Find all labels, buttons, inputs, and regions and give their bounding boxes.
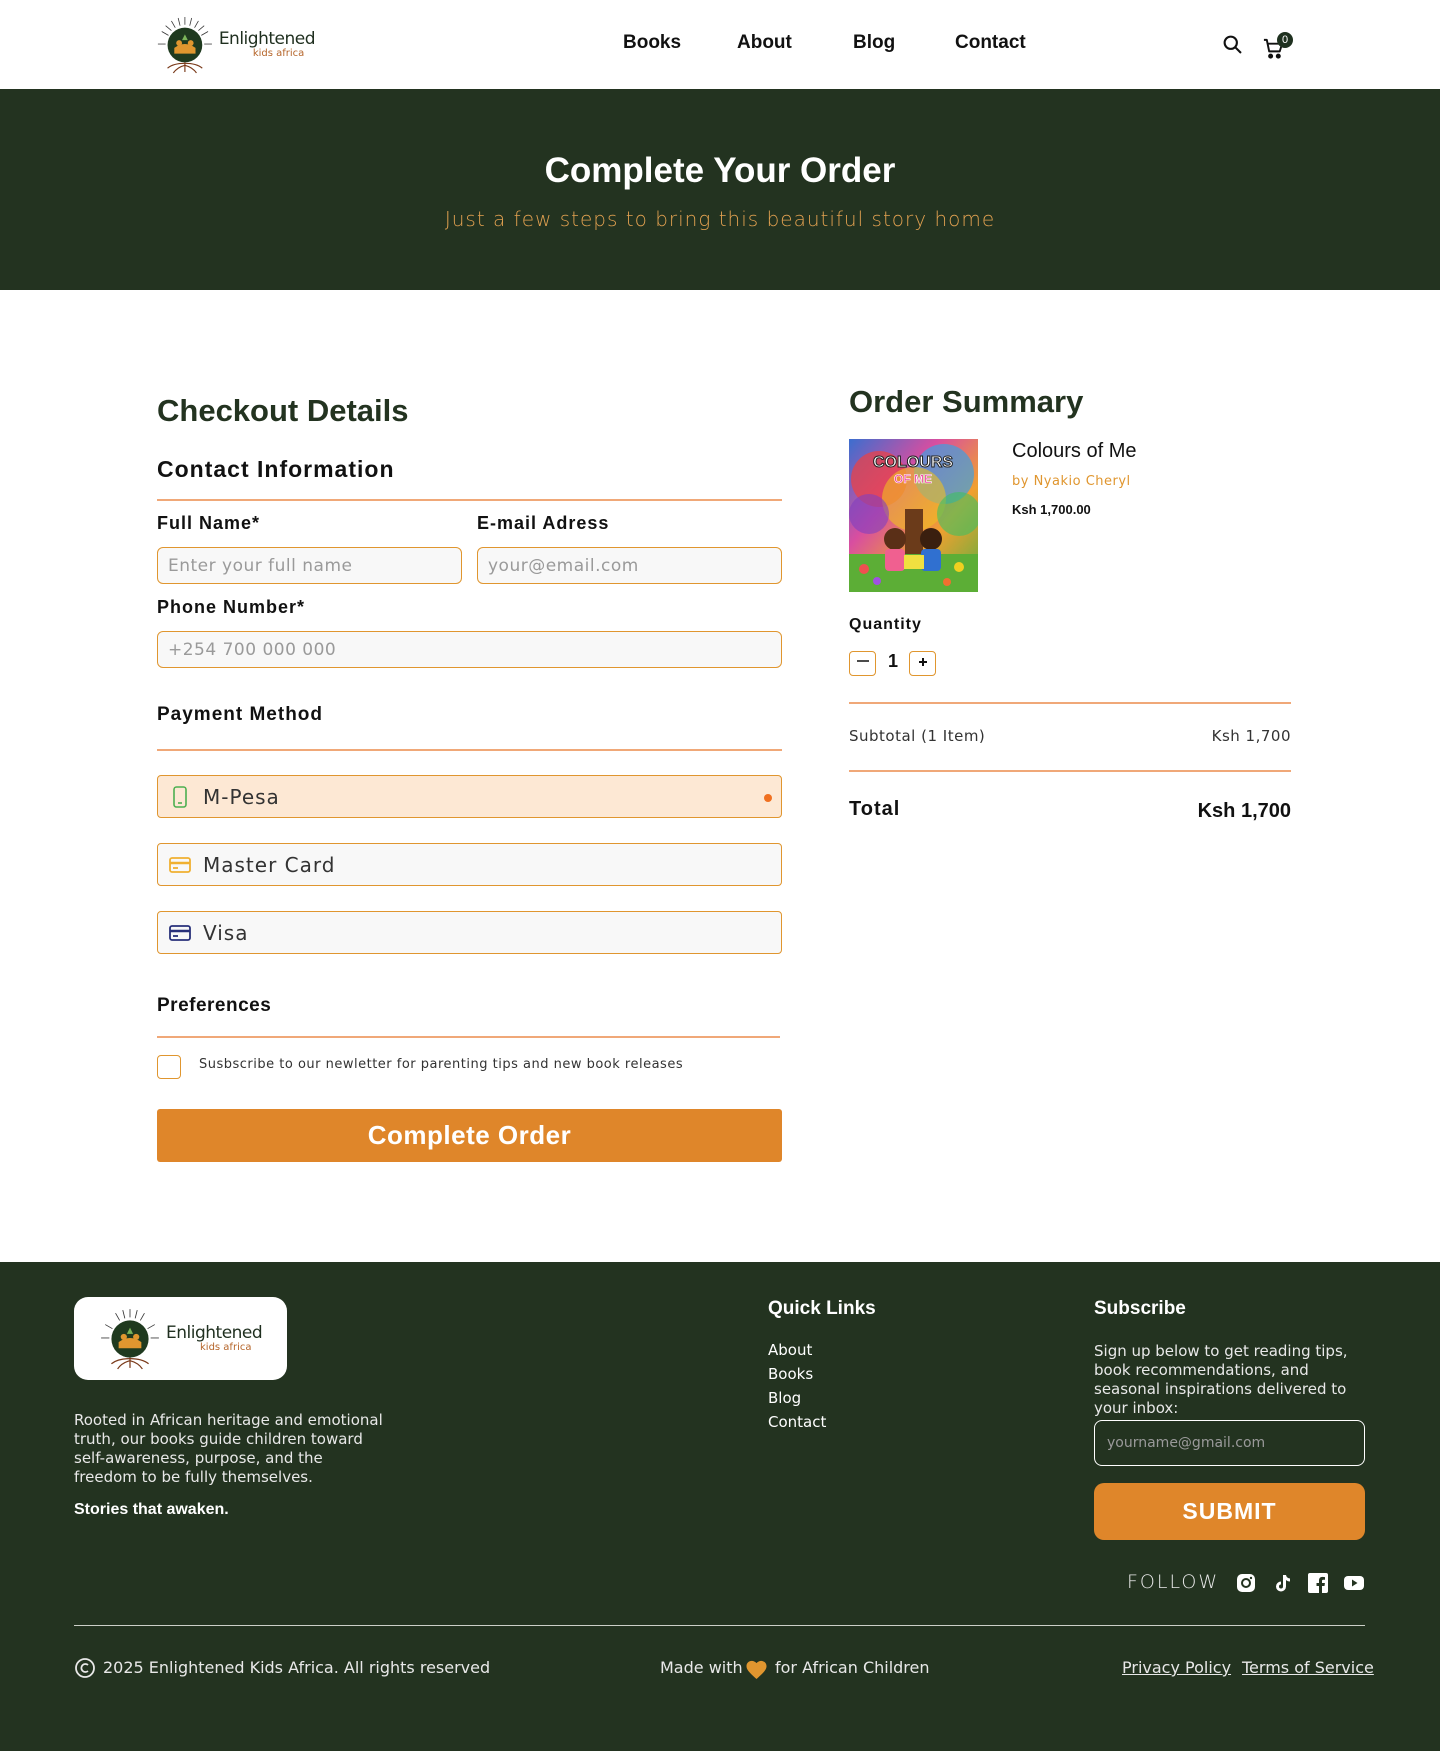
newsletter-checkbox[interactable] [157, 1055, 181, 1079]
footer-link-about[interactable]: About [768, 1341, 812, 1359]
youtube-icon[interactable] [1344, 1573, 1364, 1593]
divider [849, 770, 1291, 772]
total-value: Ksh 1,700 [1197, 800, 1291, 822]
logo-subtitle: kids africa [200, 1341, 252, 1353]
divider [157, 1036, 780, 1038]
quantity-decrease-button[interactable] [849, 651, 876, 676]
logo-emblem-icon [101, 1308, 159, 1369]
preferences-heading: Preferences [157, 995, 272, 1016]
made-with-text-end: for African Children [775, 1658, 930, 1677]
full-name-input[interactable] [157, 547, 462, 584]
payment-option-label: Master Card [203, 852, 336, 877]
heart-icon [746, 1660, 767, 1680]
selected-indicator [764, 794, 772, 802]
privacy-policy-link[interactable]: Privacy Policy [1122, 1658, 1231, 1677]
page-hero: Complete Your Order Just a few steps to … [0, 89, 1440, 290]
made-with-text: Made with [660, 1658, 743, 1677]
product-title[interactable]: Colours of Me [1012, 440, 1137, 463]
facebook-icon[interactable] [1308, 1573, 1328, 1593]
email-label: E-mail Adress [477, 513, 610, 533]
phone-icon [169, 785, 191, 808]
nav-books[interactable]: Books [623, 32, 681, 54]
page-subtitle: Just a few steps to bring this beautiful… [444, 207, 996, 231]
quantity-value: 1 [888, 651, 899, 671]
subtotal-label: Subtotal (1 Item) [849, 727, 986, 745]
credit-card-icon [169, 922, 191, 944]
newsletter-email-input[interactable] [1094, 1420, 1365, 1466]
search-icon[interactable] [1222, 34, 1243, 55]
full-name-label: Full Name* [157, 513, 261, 533]
footer-link-contact[interactable]: Contact [768, 1413, 826, 1431]
footer-logo[interactable]: Enlightened kids africa [74, 1297, 287, 1380]
subscribe-heading: Subscribe [1094, 1298, 1186, 1319]
contact-heading: Contact Information [157, 456, 395, 482]
footer-about-text: Rooted in African heritage and emotional… [74, 1411, 383, 1486]
credit-card-icon [169, 854, 191, 876]
email-input[interactable] [477, 547, 782, 584]
phone-label: Phone Number* [157, 597, 306, 617]
divider [157, 499, 782, 501]
footer-tagline: Stories that awaken. [74, 1501, 229, 1518]
payment-option-label: Visa [203, 920, 249, 945]
product-price: Ksh 1,700.00 [1012, 502, 1091, 517]
subscribe-text: Sign up below to get reading tips, book … [1094, 1342, 1348, 1417]
follow-label: FOLLOW [1127, 1571, 1220, 1593]
checkout-title: Checkout Details [157, 393, 409, 428]
newsletter-submit-button[interactable]: SUBMIT [1094, 1483, 1365, 1540]
payment-option-mastercard[interactable]: Master Card [157, 843, 782, 886]
svg-text:COLOURS: COLOURS [873, 454, 953, 471]
nav-contact[interactable]: Contact [955, 32, 1026, 54]
quick-links-heading: Quick Links [768, 1298, 876, 1319]
total-label: Total [849, 798, 901, 820]
site-footer: Enlightened kids africa Rooted in Africa… [0, 1262, 1440, 1751]
payment-option-mpesa[interactable]: M-Pesa [157, 775, 782, 818]
logo-wordmark: Enlightened [166, 1322, 263, 1343]
payment-option-visa[interactable]: Visa [157, 911, 782, 954]
copyright-text: 2025 Enlightened Kids Africa. All rights… [103, 1658, 491, 1677]
plus-icon [918, 657, 927, 666]
instagram-icon[interactable] [1236, 1573, 1256, 1593]
tiktok-icon[interactable] [1272, 1573, 1292, 1593]
terms-of-service-link[interactable]: Terms of Service [1242, 1658, 1374, 1677]
minus-icon [856, 659, 869, 662]
svg-text:OF ME: OF ME [894, 472, 932, 486]
phone-input[interactable] [157, 631, 782, 668]
complete-order-button[interactable]: Complete Order [157, 1109, 782, 1162]
page-title: Complete Your Order [544, 151, 896, 190]
quantity-increase-button[interactable] [909, 651, 936, 676]
divider [849, 702, 1291, 704]
copyright-icon [75, 1658, 95, 1678]
quantity-label: Quantity [849, 616, 922, 633]
nav-blog[interactable]: Blog [853, 32, 895, 54]
divider [157, 749, 782, 751]
footer-link-books[interactable]: Books [768, 1365, 813, 1383]
footer-divider [74, 1625, 1365, 1626]
nav-about[interactable]: About [737, 32, 792, 54]
payment-heading: Payment Method [157, 704, 324, 725]
site-header: Enlightened kids africa Books About Blog… [0, 0, 1440, 89]
product-author: by Nyakio Cheryl [1012, 474, 1131, 489]
newsletter-label: Susbscribe to our newletter for parentin… [199, 1057, 684, 1072]
book-cover-image[interactable]: COLOURS OF ME [849, 439, 978, 592]
footer-link-blog[interactable]: Blog [768, 1389, 801, 1407]
order-summary-title: Order Summary [849, 384, 1084, 419]
cart-count-badge: 0 [1277, 32, 1293, 48]
subtotal-value: Ksh 1,700 [1211, 727, 1291, 745]
payment-option-label: M-Pesa [203, 784, 280, 809]
